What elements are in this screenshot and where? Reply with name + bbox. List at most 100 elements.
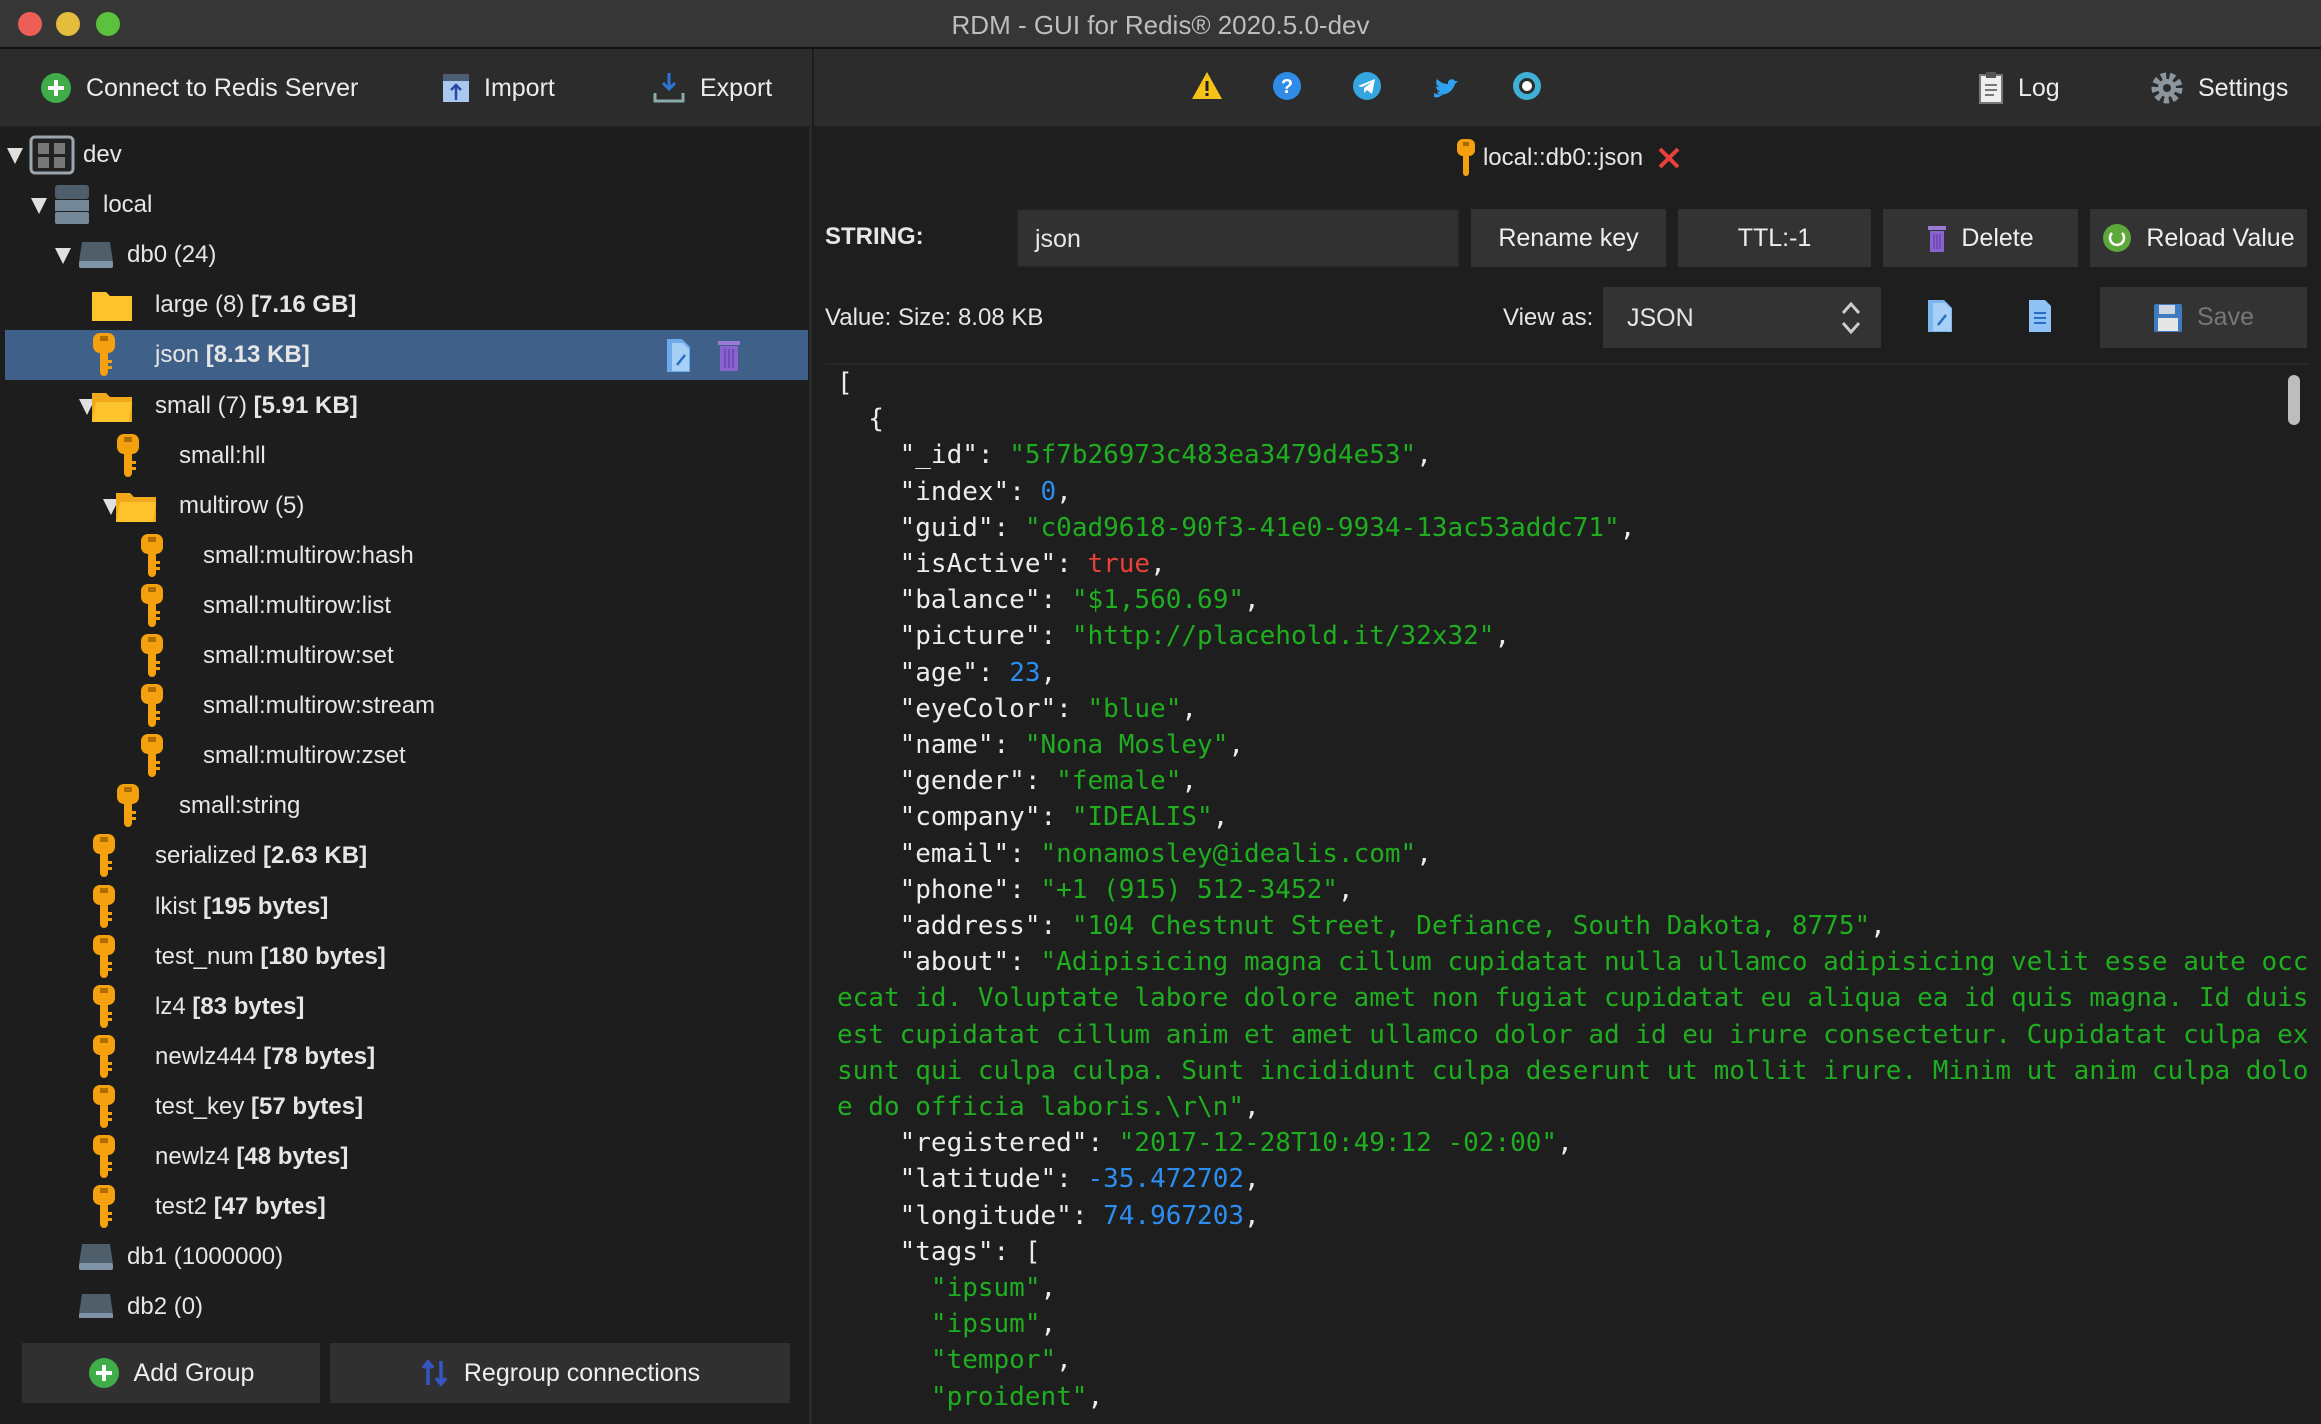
- code-token: ,: [1087, 1381, 1104, 1412]
- tree-item[interactable]: newlz4 [48 bytes]: [5, 1132, 808, 1182]
- code-token: :: [1009, 838, 1041, 869]
- document-icon[interactable]: [2027, 299, 2053, 338]
- tree-item[interactable]: local: [5, 180, 808, 230]
- tree-item[interactable]: large (8) [7.16 GB]: [5, 280, 808, 330]
- delete-key-icon[interactable]: [717, 338, 741, 379]
- tree-item-label: db0 (24): [127, 241, 217, 269]
- code-token: "ipsum": [837, 1273, 1041, 1304]
- code-token: "proident": [837, 1381, 1088, 1412]
- db-icon: [77, 1284, 115, 1318]
- tree-item-label: newlz444 [78 bytes]: [155, 1042, 376, 1070]
- settings-button[interactable]: Settings: [2150, 67, 2288, 109]
- save-button[interactable]: Save: [2100, 287, 2307, 348]
- tree-item[interactable]: small:multirow:list: [5, 581, 808, 631]
- gear-icon: [2150, 71, 2184, 105]
- folder-icon: [91, 282, 133, 328]
- tree-item[interactable]: small:hll: [5, 431, 808, 481]
- value-editor[interactable]: [ { "_id": "5f7b26973c483ea3479d4e53", "…: [825, 363, 2310, 1424]
- tree-item[interactable]: small:multirow:zset: [5, 731, 808, 781]
- delete-button[interactable]: Delete: [1883, 209, 2078, 267]
- key-icon: [91, 984, 117, 1030]
- code-token: "nonamosley@idealis.com": [1040, 838, 1417, 869]
- tree-item[interactable]: multirow (5): [5, 481, 808, 531]
- code-token: :: [1009, 874, 1041, 905]
- code-line: "address": "104 Chestnut Street, Defianc…: [837, 908, 2310, 944]
- reload-value-button[interactable]: Reload Value: [2090, 209, 2307, 267]
- code-token: :: [1040, 911, 1072, 942]
- code-line: "registered": "2017-12-28T10:49:12 -02:0…: [837, 1125, 2310, 1161]
- add-group-button[interactable]: Add Group: [22, 1343, 320, 1403]
- tab-key-json[interactable]: local::db0::json: [815, 135, 2321, 181]
- expand-arrow-icon[interactable]: [31, 198, 47, 215]
- export-button[interactable]: Export: [652, 67, 772, 109]
- key-icon: [115, 433, 141, 479]
- tree-item[interactable]: small:multirow:set: [5, 631, 808, 681]
- code-line: "longitude": 74.967203,: [837, 1198, 2310, 1234]
- code-token: "isActive": [837, 549, 1057, 580]
- expand-arrow-icon[interactable]: [55, 248, 71, 265]
- code-token: "104 Chestnut Street, Defiance, South Da…: [1071, 911, 1871, 942]
- code-token: :: [1056, 549, 1088, 580]
- tree-item[interactable]: db1 (1000000): [5, 1232, 808, 1282]
- tree-item-label: newlz4 [48 bytes]: [155, 1143, 349, 1170]
- code-token: :: [1056, 1164, 1088, 1195]
- expand-arrow-icon[interactable]: [7, 148, 23, 164]
- code-token: ,: [1619, 512, 1636, 543]
- log-button[interactable]: Log: [1978, 67, 2060, 109]
- add-group-label: Add Group: [133, 1358, 255, 1387]
- code-token: "about": [837, 947, 1010, 978]
- copy-link-icon[interactable]: [1925, 299, 1955, 338]
- floppy-disk-icon: [2153, 303, 2183, 333]
- key-icon: [139, 583, 165, 629]
- code-token: ,: [1244, 1092, 1260, 1123]
- code-line: "name": "Nona Mosley",: [837, 727, 2310, 763]
- code-token: :: [977, 440, 1010, 471]
- tree-item[interactable]: json [8.13 KB]: [5, 330, 808, 381]
- ttl-button[interactable]: TTL:-1: [1678, 209, 1871, 267]
- tree-item[interactable]: serialized [2.63 KB]: [5, 831, 808, 881]
- view-as-select[interactable]: JSON: [1603, 287, 1881, 348]
- copy-key-icon[interactable]: [665, 337, 693, 380]
- code-token: :: [1040, 621, 1072, 652]
- delete-label: Delete: [1961, 223, 2034, 252]
- warning-icon[interactable]: [1190, 69, 1224, 103]
- code-line: "balance": "$1,560.69",: [837, 582, 2310, 618]
- code-line: {: [837, 401, 2310, 437]
- tree-item[interactable]: test_num [180 bytes]: [5, 932, 808, 982]
- tree-item[interactable]: small:multirow:hash: [5, 531, 808, 581]
- tree-item[interactable]: db0 (24): [5, 230, 808, 280]
- tree-item[interactable]: dev: [5, 130, 808, 180]
- code-token: "Nona Mosley": [1024, 730, 1229, 761]
- telegram-icon[interactable]: [1350, 69, 1384, 103]
- regroup-connections-button[interactable]: Regroup connections: [330, 1343, 790, 1403]
- code-token: "latitude": [837, 1164, 1057, 1195]
- code-token: "name": [837, 730, 994, 761]
- tree-item-label: small:multirow:list: [203, 591, 392, 619]
- tree-item[interactable]: small:string: [5, 781, 808, 831]
- tree-item[interactable]: newlz444 [78 bytes]: [5, 1032, 808, 1082]
- tree-item[interactable]: test2 [47 bytes]: [5, 1182, 808, 1232]
- tree-item[interactable]: small:multirow:stream: [5, 681, 808, 731]
- tree-item[interactable]: db2 (0): [5, 1282, 808, 1318]
- connect-button[interactable]: Connect to Redis Server: [40, 67, 358, 109]
- rename-key-button[interactable]: Rename key: [1471, 209, 1666, 267]
- code-line: "email": "nonamosley@idealis.com",: [837, 836, 2310, 872]
- github-icon[interactable]: [1510, 69, 1544, 103]
- code-token: ,: [1040, 1273, 1057, 1304]
- tree-item[interactable]: small (7) [5.91 KB]: [5, 381, 808, 431]
- tree-item[interactable]: test_key [57 bytes]: [5, 1082, 808, 1132]
- key-name-input[interactable]: json: [1017, 209, 1459, 267]
- tree-item[interactable]: lz4 [83 bytes]: [5, 982, 808, 1032]
- svg-text:?: ?: [1281, 76, 1293, 98]
- tree-item[interactable]: lkist [195 bytes]: [5, 882, 808, 932]
- close-tab-icon[interactable]: [1657, 146, 1681, 170]
- view-as-label: View as:: [1503, 304, 1594, 331]
- code-token: : [: [993, 1236, 1041, 1267]
- import-label: Import: [484, 73, 555, 102]
- tree-item-label: multirow (5): [179, 491, 305, 519]
- import-button[interactable]: Import: [442, 67, 555, 109]
- help-icon[interactable]: ?: [1270, 69, 1304, 103]
- editor-scrollbar[interactable]: [2288, 375, 2300, 425]
- key-icon: [91, 1034, 117, 1080]
- twitter-icon[interactable]: [1430, 69, 1464, 103]
